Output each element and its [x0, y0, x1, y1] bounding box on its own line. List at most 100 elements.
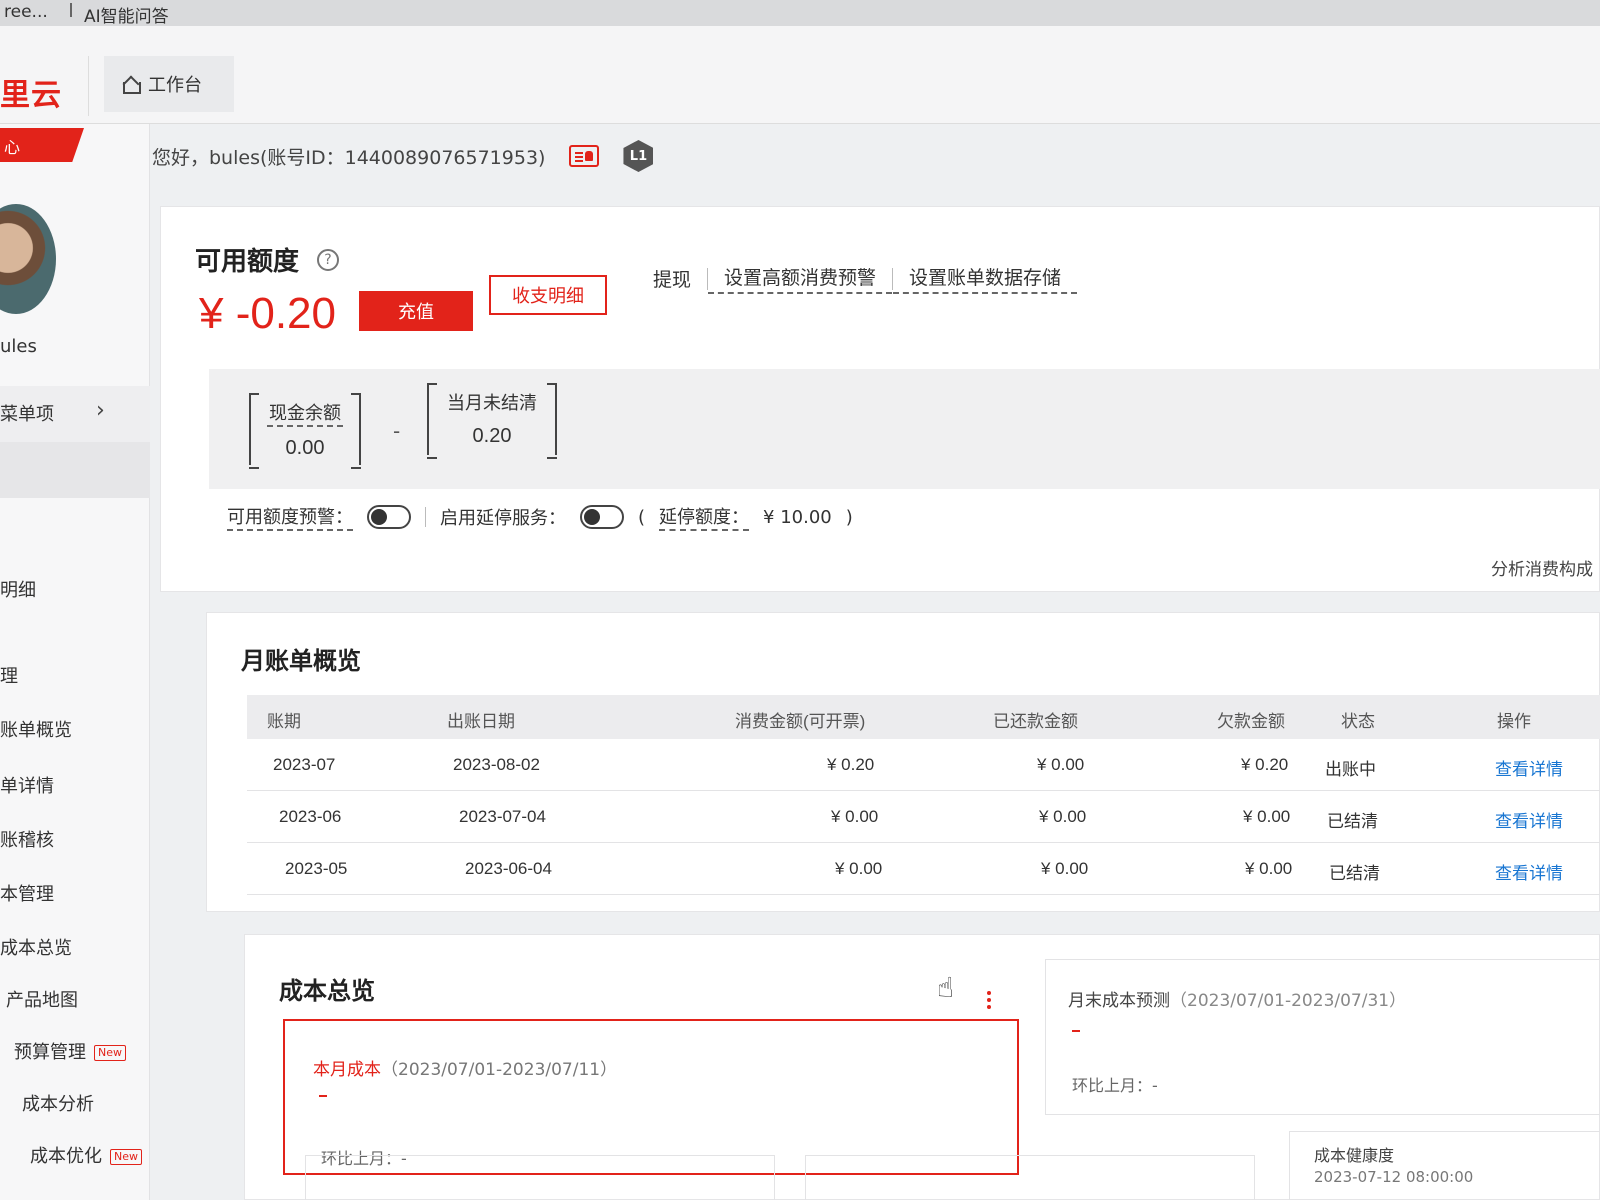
balance-breakdown: 现金余额 0.00 - 当月未结清 0.20 — [209, 369, 1600, 489]
current-cost-label: 本月成本（2023/07/01-2023/07/11） — [313, 1055, 617, 1080]
level-badge-icon[interactable]: L1 — [623, 140, 654, 172]
quota-alert-switch[interactable] — [367, 505, 411, 529]
quota-title-text: 可用额度 — [195, 247, 300, 277]
cell-consumption: ¥ 0.00 — [835, 859, 883, 878]
current-cost-label-text: 本月成本 — [313, 1060, 381, 1080]
cell-status: 已结清 — [1327, 812, 1378, 831]
table-row: 2023-05 2023-06-04 ¥ 0.00 ¥ 0.00 ¥ 0.00 … — [247, 843, 1600, 895]
current-cost-value-empty — [319, 1095, 327, 1097]
col-repaid: 已还款金额 — [993, 712, 1078, 731]
forecast-value-empty — [1072, 1030, 1080, 1032]
balance-amount: ¥ -0.20 — [199, 289, 336, 338]
col-consumption: 消费金额(可开票) — [735, 712, 866, 731]
delay-service-label: 启用延停服务： — [440, 508, 566, 529]
sidebar: 心 ules 菜单项 › 明细 理 账单概览 单详情 账稽核 本管理 成本总览 … — [0, 124, 150, 1200]
cell-status: 已结清 — [1329, 864, 1380, 883]
delay-service-switch[interactable] — [580, 505, 624, 529]
cash-balance-label[interactable]: 现金余额 — [267, 399, 343, 427]
view-details-link[interactable]: 查看详情 — [1495, 807, 1563, 832]
withdraw-link[interactable]: 提现 — [637, 265, 707, 292]
cell-debt: ¥ 0.00 — [1243, 807, 1291, 826]
quota-title: 可用额度 ? — [195, 241, 340, 278]
cost-health-box[interactable]: 成本健康度 2023-07-12 08:00:00 — [1289, 1131, 1600, 1200]
transaction-details-button[interactable]: 收支明细 — [489, 275, 607, 315]
sidebar-menu-toggle[interactable]: 菜单项 › — [0, 386, 150, 442]
col-debt: 欠款金额 — [1217, 712, 1285, 731]
logo-divider — [88, 56, 89, 116]
quota-toggles: 可用额度预警： 启用延停服务： ( 延停额度： ¥ 10.00 ) — [227, 503, 853, 531]
delay-close-paren: ) — [845, 506, 853, 528]
greeting-bar: 您好，bules(账号ID：1440089076571953) L1 — [152, 140, 654, 172]
forecast-label-text: 月末成本预测 — [1068, 991, 1170, 1011]
greeting-text: 您好，bules(账号ID：1440089076571953) — [152, 146, 546, 169]
sidebar-center-flag: 心 — [0, 128, 84, 162]
sidebar-item-cost-overview[interactable]: 成本总览 — [0, 934, 72, 960]
quota-links: 提现 设置高额消费预警 设置账单数据存储 — [637, 263, 1078, 294]
unsettled-label: 当月未结清 — [447, 393, 537, 414]
cell-period: 2023-07 — [273, 755, 336, 774]
table-row: 2023-07 2023-08-02 ¥ 0.20 ¥ 0.00 ¥ 0.20 … — [247, 739, 1600, 791]
cell-consumption: ¥ 0.20 — [827, 755, 875, 774]
cell-date: 2023-07-04 — [459, 807, 546, 826]
sidebar-item-manage[interactable]: 理 — [0, 662, 18, 688]
sidebar-selected-row[interactable] — [0, 442, 150, 498]
delay-open-paren: ( — [638, 506, 646, 528]
cell-debt: ¥ 0.20 — [1241, 755, 1289, 774]
cell-repaid: ¥ 0.00 — [1037, 755, 1085, 774]
forecast-mom: 环比上月：- — [1072, 1076, 1158, 1095]
recharge-button[interactable]: 充值 — [359, 291, 473, 331]
sidebar-item-cost-manage[interactable]: 本管理 — [0, 880, 54, 906]
pointer-hand-icon: ☝ — [937, 971, 955, 1004]
sidebar-item-budget[interactable]: 预算管理 New — [14, 1038, 126, 1064]
sidebar-item-audit[interactable]: 账稽核 — [0, 826, 54, 852]
bill-storage-link[interactable]: 设置账单数据存储 — [893, 263, 1078, 294]
sidebar-item-bill-overview[interactable]: 账单概览 — [0, 716, 72, 742]
sidebar-menu-label: 菜单项 — [0, 404, 54, 425]
cash-balance-box: 现金余额 0.00 — [249, 393, 361, 469]
month-end-forecast-box[interactable]: 月末成本预测（2023/07/01-2023/07/31） 环比上月：- — [1045, 959, 1600, 1115]
sidebar-item-product-map[interactable]: 产品地图 — [6, 986, 78, 1012]
high-spend-alert-link[interactable]: 设置高额消费预警 — [708, 263, 893, 294]
current-month-cost-box[interactable]: 本月成本（2023/07/01-2023/07/11） 环比上月：- — [283, 1019, 1019, 1175]
sidebar-item-bill-detail[interactable]: 单详情 — [0, 772, 54, 798]
sidebar-item-label: 成本优化 — [30, 1146, 102, 1167]
view-details-link[interactable]: 查看详情 — [1495, 859, 1563, 884]
delay-quota-value: ¥ 10.00 — [763, 506, 832, 528]
cost-sub-panel — [805, 1155, 1255, 1200]
cost-overview-card: 成本总览 本月成本（2023/07/01-2023/07/11） 环比上月：- … — [244, 934, 1600, 1200]
sidebar-item-label: 预算管理 — [14, 1042, 86, 1063]
sidebar-item-cost-optimize[interactable]: 成本优化 New — [30, 1142, 142, 1168]
browser-tab[interactable]: ree... — [4, 2, 48, 22]
help-icon[interactable]: ? — [317, 248, 340, 271]
delay-quota-label[interactable]: 延停额度： — [659, 503, 750, 531]
cell-status: 出账中 — [1325, 760, 1376, 779]
col-action: 操作 — [1497, 712, 1531, 731]
home-icon — [122, 76, 141, 94]
view-details-link[interactable]: 查看详情 — [1495, 755, 1563, 780]
workbench-label: 工作台 — [148, 75, 202, 96]
col-date: 出账日期 — [447, 712, 515, 731]
new-badge: New — [110, 1149, 142, 1165]
aliyun-logo[interactable]: 里云 — [0, 70, 62, 114]
tab-separator — [70, 3, 76, 17]
cell-repaid: ¥ 0.00 — [1041, 859, 1089, 878]
sidebar-item-detail[interactable]: 明细 — [0, 576, 36, 602]
chevron-right-icon: › — [96, 398, 105, 423]
browser-tab-ai[interactable]: AI智能问答 — [84, 2, 169, 27]
cell-debt: ¥ 0.00 — [1245, 859, 1293, 878]
table-row: 2023-06 2023-07-04 ¥ 0.00 ¥ 0.00 ¥ 0.00 … — [247, 791, 1600, 843]
cost-health-time: 2023-07-12 08:00:00 — [1314, 1168, 1474, 1186]
forecast-label: 月末成本预测（2023/07/01-2023/07/31） — [1068, 986, 1406, 1011]
avatar[interactable] — [0, 204, 56, 314]
workbench-button[interactable]: 工作台 — [104, 56, 234, 112]
cell-date: 2023-06-04 — [465, 859, 552, 878]
sidebar-item-cost-analysis[interactable]: 成本分析 — [22, 1090, 94, 1116]
unsettled-value: 0.20 — [472, 425, 512, 447]
quota-alert-label[interactable]: 可用额度预警： — [227, 503, 353, 531]
id-card-icon[interactable] — [569, 145, 600, 167]
more-options-icon[interactable] — [987, 991, 991, 1009]
analyze-spending-link[interactable]: 分析消费构成 — [1491, 555, 1593, 580]
unsettled-box: 当月未结清 0.20 — [427, 383, 557, 459]
cell-date: 2023-08-02 — [453, 755, 540, 774]
forecast-range: （2023/07/01-2023/07/31） — [1170, 991, 1407, 1011]
